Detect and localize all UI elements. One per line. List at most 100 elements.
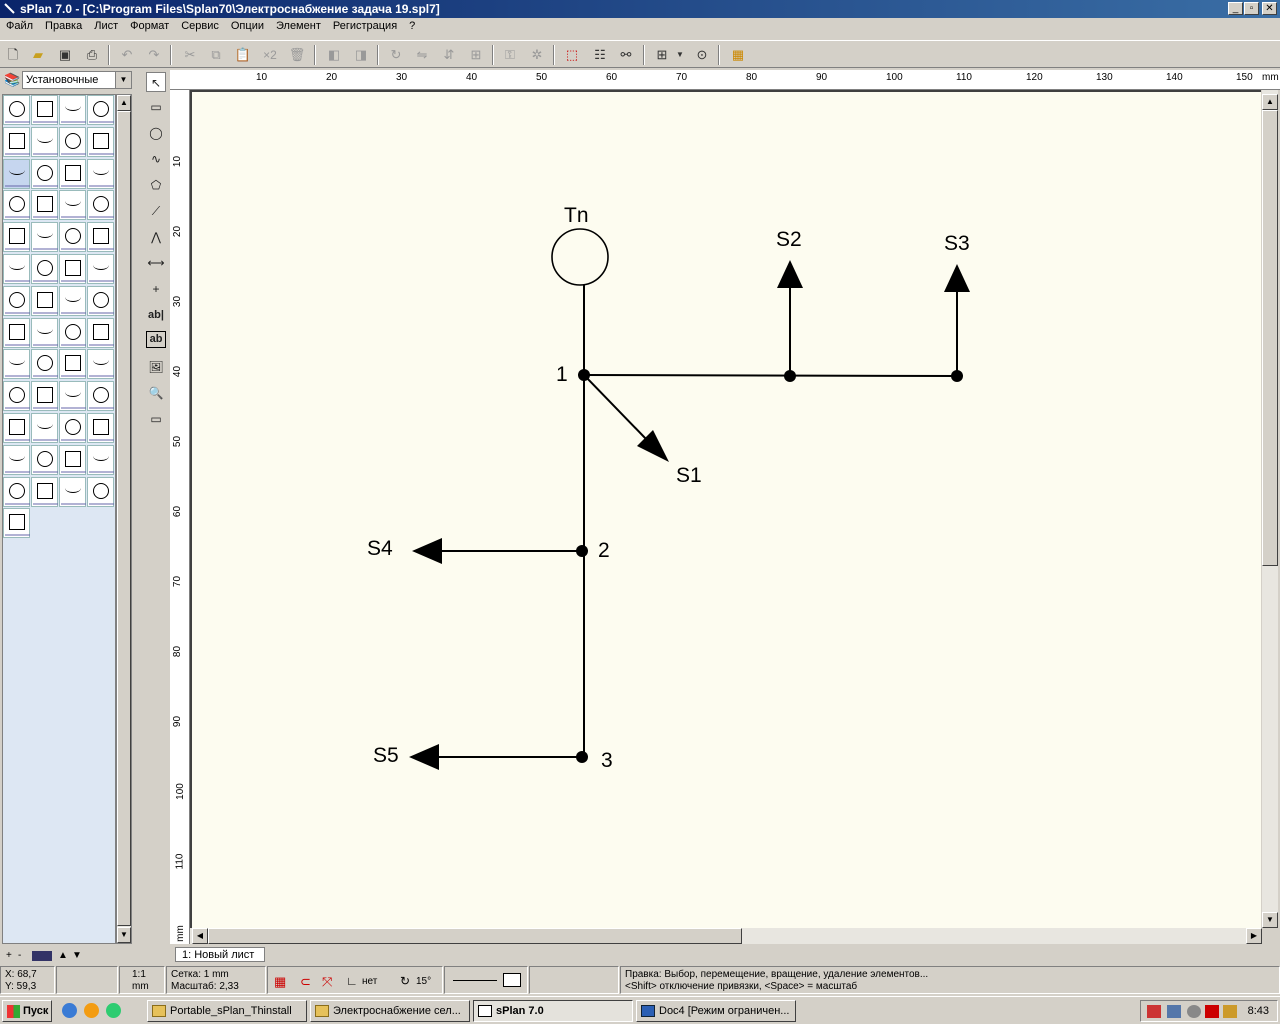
mirror-h-icon[interactable]: ⇋ <box>412 45 432 65</box>
library-symbol[interactable] <box>3 158 30 189</box>
library-symbol[interactable] <box>31 444 58 475</box>
cut-icon[interactable]: ✂ <box>180 45 200 65</box>
menu-format[interactable]: Формат <box>124 19 175 33</box>
library-select[interactable]: Установочные ▼ <box>22 71 132 89</box>
print-icon[interactable]: ⎙ <box>82 45 102 65</box>
rectangle-tool-icon[interactable]: ▭ <box>146 97 166 117</box>
messenger-icon[interactable] <box>106 1003 121 1018</box>
polyline-tool-icon[interactable]: ⋀ <box>146 227 166 247</box>
group-icon[interactable]: ⚿ <box>500 45 520 65</box>
rotate-icon[interactable]: ↻ <box>386 45 406 65</box>
scroll-up-icon[interactable]: ▲ <box>117 95 131 111</box>
library-scroll-thumb[interactable] <box>117 111 131 926</box>
align-icon[interactable]: ⊞ <box>466 45 486 65</box>
library-symbol[interactable] <box>87 95 114 125</box>
library-symbol[interactable] <box>3 317 30 348</box>
task-word-doc4[interactable]: Doc4 [Режим ограничен... <box>636 1000 796 1022</box>
library-symbol[interactable] <box>59 126 86 157</box>
library-symbol[interactable] <box>59 349 86 380</box>
library-symbol[interactable] <box>59 476 86 507</box>
library-symbol[interactable] <box>3 476 30 507</box>
delete-icon[interactable]: 🗑 <box>287 45 307 65</box>
horizontal-scroll-thumb[interactable] <box>208 928 742 944</box>
ellipse-tool-icon[interactable]: ◯ <box>146 123 166 143</box>
library-symbol[interactable] <box>31 285 58 316</box>
library-symbol[interactable] <box>87 285 114 316</box>
canvas-horizontal-scrollbar[interactable]: ◀ ▶ <box>190 928 1262 944</box>
menu-service[interactable]: Сервис <box>175 19 225 33</box>
menu-edit[interactable]: Правка <box>39 19 88 33</box>
library-symbol[interactable] <box>59 317 86 348</box>
zoom-fit-icon[interactable]: ⊙ <box>692 45 712 65</box>
rotate-step-icon[interactable]: ↻ <box>400 974 410 988</box>
close-button[interactable]: ✕ <box>1262 2 1277 15</box>
library-symbol[interactable] <box>31 190 58 221</box>
drawing-canvas[interactable]: Tn S2 S3 S1 S4 S5 1 2 3 <box>190 90 1261 928</box>
task-portable-splan[interactable]: Portable_sPlan_Thinstall <box>147 1000 307 1022</box>
library-symbol[interactable] <box>31 158 58 189</box>
ungroup-icon[interactable]: ✲ <box>527 45 547 65</box>
library-symbol[interactable] <box>31 95 58 125</box>
paste-icon[interactable]: 📋 <box>233 45 253 65</box>
zoom-tool-icon[interactable]: 🔍 <box>146 383 166 403</box>
volume-icon[interactable] <box>1187 1005 1201 1018</box>
parts-list-icon[interactable]: ☷ <box>590 45 610 65</box>
remove-icon[interactable]: - <box>18 950 21 961</box>
redo-icon[interactable]: ↷ <box>144 45 164 65</box>
library-symbol[interactable] <box>31 126 58 157</box>
library-symbol[interactable] <box>87 349 114 380</box>
chevron-down-icon[interactable]: ▼ <box>115 72 131 88</box>
move-up-icon[interactable]: ▲ <box>58 950 68 961</box>
vertical-scroll-thumb[interactable] <box>1262 110 1278 566</box>
copy-icon[interactable]: ⧉ <box>206 45 226 65</box>
junction-tool-icon[interactable]: + <box>146 279 166 299</box>
select-arrow-icon[interactable]: ↖ <box>146 72 166 92</box>
library-symbol[interactable] <box>87 126 114 157</box>
library-symbol[interactable] <box>87 190 114 221</box>
minimize-button[interactable]: _ <box>1228 2 1243 15</box>
library-symbol[interactable] <box>87 158 114 189</box>
node-snap-icon[interactable]: ⤧ <box>322 974 332 990</box>
text-tool-button[interactable]: ab| <box>146 305 166 325</box>
grid-icon[interactable]: ⊞ <box>652 45 672 65</box>
library-symbol[interactable] <box>3 190 30 221</box>
library-symbol[interactable] <box>31 317 58 348</box>
library-symbol[interactable] <box>87 254 114 284</box>
library-symbol[interactable] <box>87 444 114 475</box>
usb-icon[interactable] <box>1223 1005 1237 1018</box>
add-icon[interactable]: + <box>6 950 12 961</box>
library-symbol[interactable] <box>59 285 86 316</box>
save-icon[interactable]: ▣ <box>55 45 75 65</box>
library-symbol[interactable] <box>59 381 86 412</box>
library-symbol[interactable] <box>3 381 30 412</box>
library-symbol[interactable] <box>59 158 86 189</box>
library-symbol[interactable] <box>59 190 86 221</box>
line-tool-icon[interactable]: ⟋ <box>146 201 166 221</box>
scroll-down-icon[interactable]: ▼ <box>1262 912 1278 928</box>
page-layout-icon[interactable]: ⬚ <box>562 45 582 65</box>
library-symbol[interactable] <box>3 349 30 380</box>
line-style-panel[interactable] <box>444 966 528 994</box>
library-editor-icon[interactable]: ▦ <box>728 45 748 65</box>
avast-icon[interactable] <box>84 1003 99 1018</box>
library-symbol[interactable] <box>59 95 86 125</box>
network-icon[interactable] <box>1167 1005 1181 1018</box>
canvas-vertical-scrollbar[interactable]: ▲ ▼ <box>1262 90 1278 928</box>
start-button[interactable]: Пуск <box>2 1000 52 1022</box>
bezier-tool-icon[interactable]: ∿ <box>146 149 166 169</box>
polygon-tool-icon[interactable]: ⬠ <box>146 175 166 195</box>
library-symbol[interactable] <box>87 476 114 507</box>
measure-tool-icon[interactable]: ▭ <box>146 409 166 429</box>
rename-icon[interactable] <box>32 951 52 961</box>
textbox-tool-button[interactable]: ab <box>146 331 166 348</box>
menu-file[interactable]: Файл <box>0 19 39 33</box>
mirror-v-icon[interactable]: ⇵ <box>439 45 459 65</box>
find-binoculars-icon[interactable]: ⚯ <box>616 45 636 65</box>
library-symbol[interactable] <box>3 254 30 284</box>
scroll-down-icon[interactable]: ▼ <box>117 927 131 943</box>
library-symbol[interactable] <box>3 126 30 157</box>
antivirus-icon[interactable] <box>1205 1005 1219 1018</box>
send-back-icon[interactable]: ◨ <box>351 45 371 65</box>
library-symbol[interactable] <box>87 317 114 348</box>
menu-options[interactable]: Опции <box>225 19 270 33</box>
